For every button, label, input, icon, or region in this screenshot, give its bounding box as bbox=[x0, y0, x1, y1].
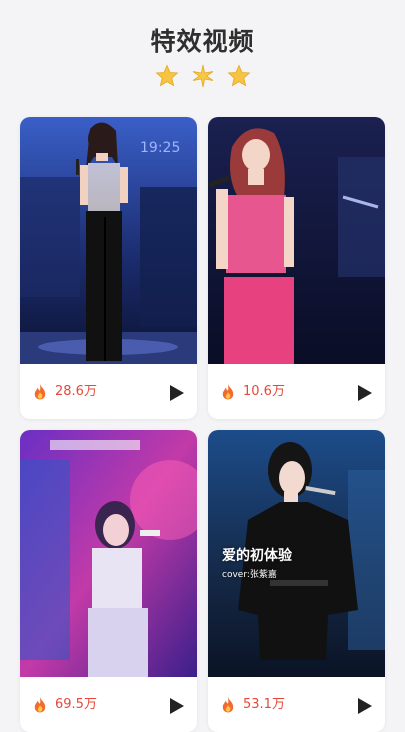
view-count: 28.6万 bbox=[55, 384, 97, 399]
fire-icon bbox=[34, 383, 46, 400]
view-count: 10.6万 bbox=[243, 384, 285, 399]
card-meta: 28.6万 bbox=[20, 364, 197, 419]
page-title: 特效视频 bbox=[150, 27, 255, 56]
view-count: 69.5万 bbox=[55, 697, 97, 712]
star-icon bbox=[192, 64, 213, 88]
video-thumbnail[interactable]: 19:25 bbox=[20, 117, 197, 364]
play-icon[interactable] bbox=[169, 697, 185, 715]
song-cover-overlay: cover:张紫嘉 bbox=[222, 570, 277, 580]
play-icon[interactable] bbox=[357, 697, 373, 715]
video-card[interactable]: 69.5万 bbox=[20, 430, 197, 732]
play-icon[interactable] bbox=[357, 384, 373, 402]
fire-icon bbox=[34, 696, 46, 713]
view-count: 53.1万 bbox=[243, 697, 285, 712]
song-title-overlay: 爱的初体验 bbox=[222, 548, 292, 564]
card-meta: 69.5万 bbox=[20, 677, 197, 732]
fire-icon bbox=[222, 383, 234, 400]
fire-icon bbox=[222, 696, 234, 713]
rating-stars bbox=[0, 64, 405, 88]
svg-text:19:25: 19:25 bbox=[140, 140, 180, 156]
video-thumbnail[interactable] bbox=[20, 430, 197, 677]
video-card[interactable]: 爱的初体验 cover:张紫嘉 53.1万 bbox=[208, 430, 385, 732]
card-meta: 10.6万 bbox=[208, 364, 385, 419]
video-card[interactable]: 19:25 28.6万 bbox=[20, 117, 197, 419]
video-thumbnail[interactable]: 爱的初体验 cover:张紫嘉 bbox=[208, 430, 385, 677]
play-icon[interactable] bbox=[169, 384, 185, 402]
video-card[interactable]: 10.6万 bbox=[208, 117, 385, 419]
star-icon bbox=[227, 64, 250, 87]
video-thumbnail[interactable] bbox=[208, 117, 385, 364]
card-meta: 53.1万 bbox=[208, 677, 385, 732]
star-icon bbox=[155, 64, 178, 87]
